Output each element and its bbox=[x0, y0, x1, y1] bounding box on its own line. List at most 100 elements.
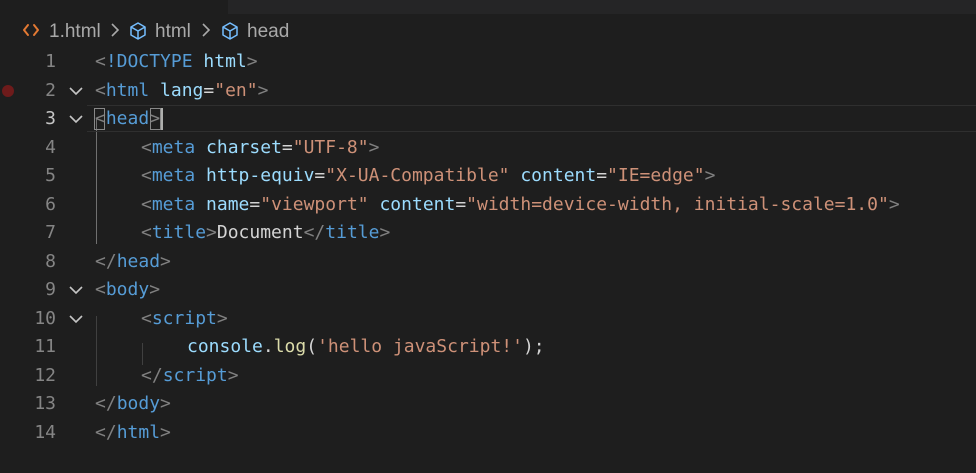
code-token: console bbox=[187, 336, 263, 357]
code-token: ( bbox=[306, 336, 318, 357]
code-line[interactable]: 1 <!DOCTYPE html> bbox=[0, 48, 976, 76]
code-token: = bbox=[249, 193, 261, 215]
line-number: 13 bbox=[34, 393, 56, 414]
code-token: < bbox=[95, 79, 106, 101]
code-token: http-equiv bbox=[206, 165, 315, 186]
code-token: > bbox=[379, 222, 391, 243]
code-token: 'hello javaScript!' bbox=[317, 336, 523, 357]
code-text: <html lang="en"> bbox=[95, 77, 268, 105]
code-token: > bbox=[206, 222, 217, 243]
code-token: > bbox=[227, 364, 239, 386]
html-file-icon bbox=[23, 24, 39, 36]
code-editor-window: 1.html html head 1 <!DOCTYPE html> 2 <html … bbox=[0, 0, 976, 473]
current-line-highlight bbox=[87, 105, 976, 132]
code-line[interactable]: 2 <html lang="en"> bbox=[0, 77, 976, 105]
code-line[interactable]: 14 </html> bbox=[0, 419, 976, 447]
code-token: ); bbox=[522, 336, 545, 357]
element-cube-icon bbox=[222, 22, 238, 40]
code-token: lang bbox=[160, 79, 204, 101]
tab-strip bbox=[0, 0, 976, 14]
code-token: body bbox=[105, 279, 150, 300]
code-token: </ bbox=[95, 393, 117, 414]
code-token: title bbox=[151, 222, 207, 243]
code-token: content bbox=[379, 193, 456, 215]
chevron-right-icon bbox=[111, 23, 120, 37]
line-number: 9 bbox=[45, 279, 56, 300]
line-number: 4 bbox=[45, 136, 56, 158]
code-token: < bbox=[95, 51, 106, 72]
code-text: <script> bbox=[141, 305, 228, 333]
code-token: > bbox=[149, 279, 161, 300]
fold-chevron-down-icon[interactable] bbox=[68, 313, 84, 325]
breadcrumb-file[interactable]: 1.html bbox=[49, 20, 101, 44]
code-line[interactable]: 3 <head> bbox=[0, 105, 976, 133]
code-line[interactable]: 4 <meta charset="UTF-8"> bbox=[0, 134, 976, 162]
editor-text-area[interactable]: 1 <!DOCTYPE html> 2 <html lang="en"> 3 <head>… bbox=[0, 48, 976, 473]
breadcrumb-head[interactable]: head bbox=[247, 20, 289, 44]
breadcrumb-html[interactable]: html bbox=[155, 20, 191, 44]
breadcrumb: 1.html html head bbox=[0, 14, 976, 48]
code-token: = bbox=[596, 165, 608, 186]
code-line[interactable]: 9 <body> bbox=[0, 276, 976, 304]
line-number: 7 bbox=[45, 222, 56, 243]
code-token: content bbox=[520, 165, 597, 186]
code-line[interactable]: 11 console.log('hello javaScript!'); bbox=[0, 333, 976, 361]
code-token: </ bbox=[303, 222, 326, 243]
line-number: 1 bbox=[45, 51, 56, 72]
fold-chevron-down-icon[interactable] bbox=[68, 85, 84, 97]
code-token: head bbox=[116, 250, 161, 272]
code-token: "X-UA-Compatible" bbox=[325, 165, 510, 186]
code-token: > bbox=[160, 421, 171, 443]
code-token: script bbox=[162, 364, 228, 386]
code-token: "en" bbox=[214, 79, 258, 101]
code-token: script bbox=[151, 307, 217, 329]
text-cursor bbox=[161, 108, 163, 130]
code-token: > bbox=[160, 393, 171, 414]
code-line[interactable]: 7 <title>Document</title> bbox=[0, 219, 976, 247]
code-text: <body> bbox=[95, 276, 160, 304]
code-token: html bbox=[116, 421, 161, 443]
code-text: console.log('hello javaScript!'); bbox=[187, 333, 545, 361]
code-token: > bbox=[160, 250, 171, 272]
chevron-right-icon bbox=[202, 23, 211, 37]
line-number: 5 bbox=[45, 165, 56, 186]
line-number: 3 bbox=[45, 108, 56, 129]
code-token: charset bbox=[206, 136, 282, 158]
code-text: </head> bbox=[95, 248, 171, 276]
code-text: <!DOCTYPE html> bbox=[95, 48, 258, 76]
code-text: <meta charset="UTF-8"> bbox=[141, 134, 379, 162]
code-token: "viewport" bbox=[260, 193, 369, 215]
code-token: = bbox=[455, 193, 467, 215]
code-token: log bbox=[273, 336, 307, 357]
code-line[interactable]: 6 <meta name="viewport" content="width=de… bbox=[0, 191, 976, 219]
code-text: <meta name="viewport" content="width=dev… bbox=[141, 191, 900, 219]
active-tab-edge[interactable] bbox=[0, 0, 228, 14]
code-token: </ bbox=[95, 250, 117, 272]
code-token: !DOCTYPE bbox=[105, 51, 193, 72]
fold-chevron-down-icon[interactable] bbox=[68, 113, 84, 125]
code-token: = bbox=[203, 79, 215, 101]
code-token: . bbox=[262, 336, 274, 357]
line-number: 11 bbox=[34, 336, 56, 357]
code-token: meta bbox=[151, 193, 196, 215]
code-token: title bbox=[325, 222, 380, 243]
code-line[interactable]: 13 </body> bbox=[0, 390, 976, 418]
code-line[interactable]: 5 <meta http-equiv="X-UA-Compatible" cont… bbox=[0, 162, 976, 190]
bracket-match-close bbox=[150, 108, 161, 130]
code-text: <meta http-equiv="X-UA-Compatible" conte… bbox=[141, 162, 715, 190]
code-line[interactable]: 10 <script> bbox=[0, 305, 976, 333]
line-number: 10 bbox=[34, 307, 56, 329]
code-text: </script> bbox=[141, 362, 239, 390]
fold-chevron-down-icon[interactable] bbox=[68, 284, 84, 296]
code-line[interactable]: 8 </head> bbox=[0, 248, 976, 276]
line-number: 2 bbox=[45, 79, 56, 101]
code-token: < bbox=[95, 279, 106, 300]
code-line[interactable]: 12 </script> bbox=[0, 362, 976, 390]
tab-strip-empty bbox=[228, 0, 976, 14]
